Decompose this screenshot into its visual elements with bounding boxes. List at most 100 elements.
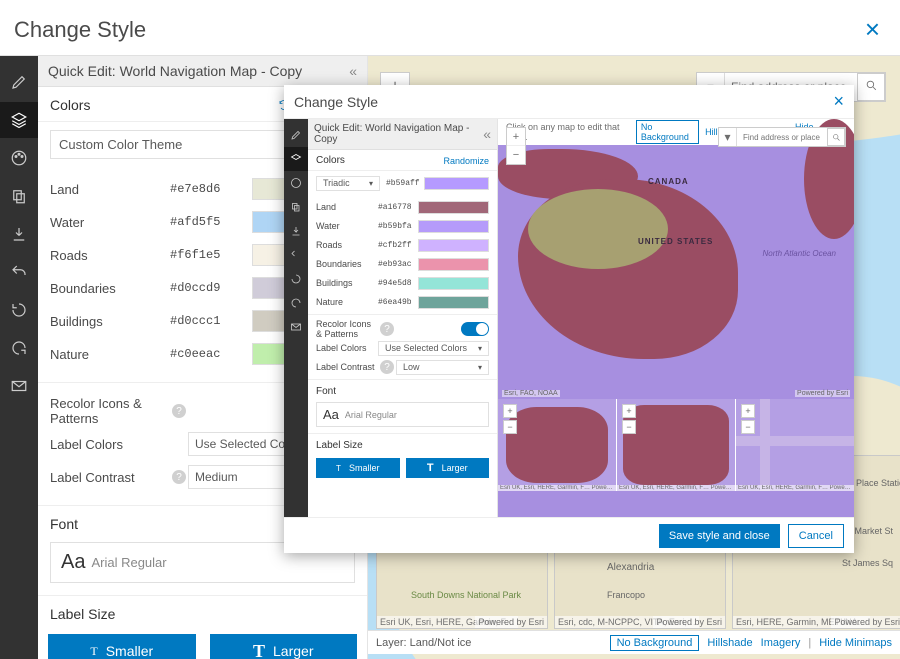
smaller-button[interactable]: TSmaller <box>48 634 196 659</box>
inner-close-icon[interactable]: × <box>833 91 844 112</box>
recolor-toggle[interactable] <box>461 322 489 336</box>
download-icon[interactable] <box>284 219 308 243</box>
tool-rail <box>0 56 38 659</box>
color-hex: #c0eeac <box>170 347 252 361</box>
search-button[interactable] <box>827 128 845 146</box>
redo-icon[interactable] <box>0 330 38 366</box>
smaller-button[interactable]: TSmaller <box>316 458 400 478</box>
color-prop-name: Buildings <box>50 314 170 329</box>
layers-icon[interactable] <box>0 102 38 138</box>
color-prop-name: Water <box>50 215 170 230</box>
zoom-in-button[interactable]: + <box>622 404 636 418</box>
hide-minimaps-link[interactable]: Hide Minimaps <box>819 637 892 649</box>
color-hex: #b59bfa <box>378 222 418 231</box>
attribution-text: Powered by Esri <box>475 616 547 628</box>
zoom-in-button[interactable]: + <box>741 404 755 418</box>
copy-icon[interactable] <box>0 178 38 214</box>
minimap[interactable]: +− Esri UK, Esri, HERE, Garmin, F… Power… <box>616 399 735 491</box>
hillshade-link[interactable]: Hillshade <box>707 637 752 649</box>
inner-tool-rail <box>284 119 308 517</box>
zoom-in-button[interactable]: + <box>507 128 525 146</box>
larger-button[interactable]: TLarger <box>210 634 358 659</box>
imagery-link[interactable]: Imagery <box>761 637 801 649</box>
color-swatch[interactable] <box>418 277 489 290</box>
color-swatch[interactable] <box>418 239 489 252</box>
color-swatch[interactable] <box>418 220 489 233</box>
collapse-icon[interactable]: « <box>349 63 357 79</box>
recolor-icons-label: Recolor Icons & Patterns <box>316 319 378 339</box>
layers-icon[interactable] <box>284 147 308 171</box>
color-prop-name: Boundaries <box>316 259 378 269</box>
theme-swatch[interactable] <box>424 177 489 190</box>
share-icon[interactable] <box>284 315 308 339</box>
minimap[interactable]: + − Esri UK, Esri, HERE, Garmin, F… Power… <box>498 399 616 491</box>
history-icon[interactable] <box>0 292 38 328</box>
save-button[interactable]: Save style and close <box>659 524 780 548</box>
randomize-button[interactable]: Randomize <box>443 156 489 166</box>
color-hex: #94e5d8 <box>378 279 418 288</box>
help-icon[interactable]: ? <box>172 404 186 418</box>
color-hex: #d0ccd9 <box>170 281 252 295</box>
page-title: Change Style <box>14 17 146 43</box>
cancel-button[interactable]: Cancel <box>788 524 844 548</box>
help-icon[interactable]: ? <box>380 322 394 336</box>
nested-change-style-dialog: Change Style × Quick Edit: World Navigat… <box>284 85 854 553</box>
status-bar: Layer: Land/Not ice No Background Hillsh… <box>368 630 900 654</box>
colors-section-label: Colors <box>50 97 90 113</box>
search-button[interactable] <box>857 73 885 101</box>
palette-icon[interactable] <box>0 140 38 176</box>
inner-map[interactable]: CANADA UNITED STATES North Atlantic Ocea… <box>498 119 854 517</box>
larger-button[interactable]: TLarger <box>406 458 490 478</box>
help-icon[interactable]: ? <box>380 360 394 374</box>
attribution-text: Powered by Esri <box>831 616 900 628</box>
download-icon[interactable] <box>0 216 38 252</box>
help-icon[interactable]: ? <box>172 470 186 484</box>
color-hex: #cfb2ff <box>378 241 418 250</box>
label-colors-select[interactable]: Use Selected Colors▾ <box>378 341 489 356</box>
copy-icon[interactable] <box>284 195 308 219</box>
edit-icon[interactable] <box>0 64 38 100</box>
undo-icon[interactable] <box>284 243 308 267</box>
attribution-text: Powered by Esri <box>653 616 725 628</box>
map-label: CANADA <box>648 177 689 186</box>
color-swatch[interactable] <box>418 258 489 271</box>
palette-icon[interactable] <box>284 171 308 195</box>
search-input[interactable] <box>737 128 827 146</box>
redo-icon[interactable] <box>284 291 308 315</box>
attribution-text: Esri UK, Esri, HERE, Garmin, F… Powered … <box>498 485 616 491</box>
zoom-out-button[interactable]: − <box>622 420 636 434</box>
history-icon[interactable] <box>284 267 308 291</box>
palette-model-select[interactable]: Triadic▾ <box>316 176 380 191</box>
share-icon[interactable] <box>0 368 38 404</box>
zoom-out-button[interactable]: − <box>503 420 517 434</box>
label-colors-label: Label Colors <box>50 437 170 452</box>
edit-icon[interactable] <box>284 123 308 147</box>
attribution-text: Esri UK, Esri, HERE, Garmin, F… Powered … <box>736 485 854 491</box>
color-prop-name: Nature <box>50 347 170 362</box>
no-background-toggle[interactable]: No Background <box>636 120 699 144</box>
label-contrast-label: Label Contrast <box>50 470 170 485</box>
font-preview-icon: Aa <box>323 407 339 422</box>
zoom-in-button[interactable]: + <box>503 404 517 418</box>
map-label: North Atlantic Ocean <box>762 249 836 258</box>
font-select[interactable]: Aa Arial Regular <box>316 402 489 427</box>
color-swatch[interactable] <box>418 296 489 309</box>
inner-breadcrumb[interactable]: Quick Edit: World Navigation Map - Copy … <box>308 119 497 150</box>
search-category-dropdown[interactable]: ▾ <box>719 128 737 146</box>
minimap[interactable]: + − Esri UK, Esri, HERE, Garmin, F… Power… <box>735 399 854 491</box>
label-contrast-select[interactable]: Low▾ <box>396 360 489 375</box>
minimap-label: Market St <box>854 526 893 536</box>
color-swatch[interactable] <box>418 201 489 214</box>
breadcrumb[interactable]: Quick Edit: World Navigation Map - Copy … <box>38 56 367 87</box>
minimap-label: Alexandria <box>607 562 654 573</box>
close-icon[interactable]: × <box>865 14 880 45</box>
map-label: UNITED STATES <box>638 237 713 246</box>
no-background-toggle[interactable]: No Background <box>610 635 700 651</box>
inner-title: Change Style <box>294 94 378 110</box>
collapse-icon[interactable]: « <box>483 126 491 142</box>
undo-icon[interactable] <box>0 254 38 290</box>
color-prop-name: Boundaries <box>50 281 170 296</box>
zoom-out-button[interactable]: − <box>507 146 525 164</box>
zoom-out-button[interactable]: − <box>741 420 755 434</box>
inner-side-panel: Quick Edit: World Navigation Map - Copy … <box>308 119 498 517</box>
